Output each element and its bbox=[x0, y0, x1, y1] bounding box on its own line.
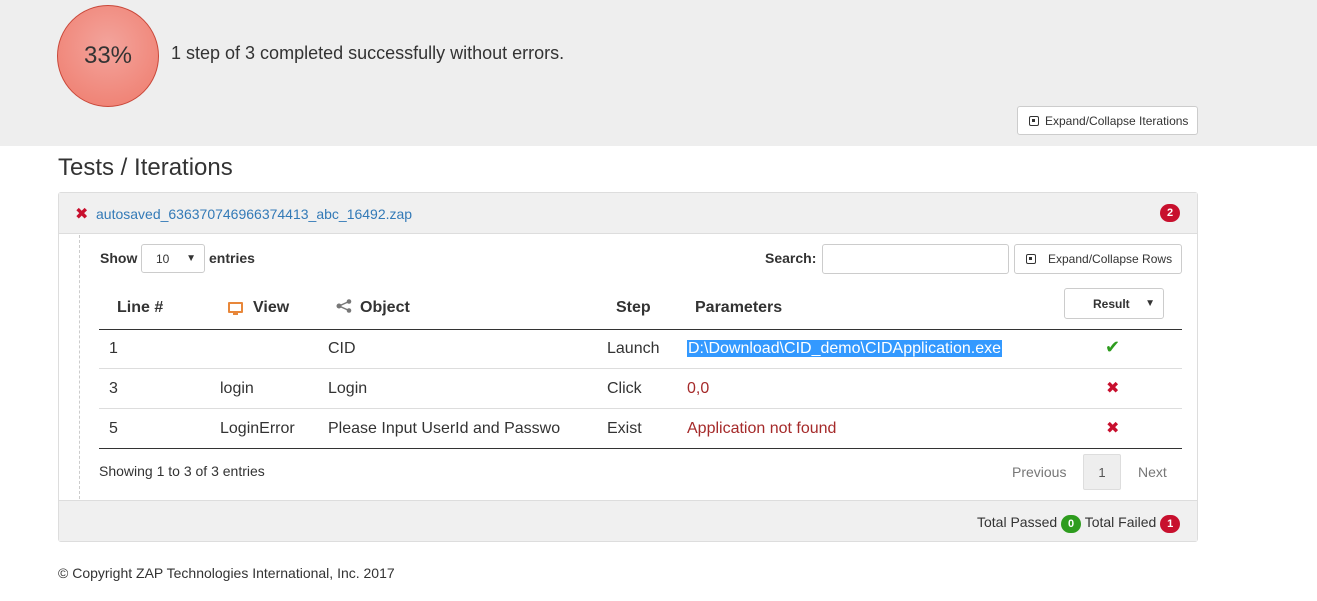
row-divider bbox=[99, 408, 1182, 409]
cell-line: 3 bbox=[109, 380, 118, 397]
iteration-panel-footer: Total Passed 0 Total Failed 1 bbox=[59, 500, 1197, 541]
summary-text: 1 step of 3 completed successfully witho… bbox=[171, 43, 565, 63]
totals: Total Passed 0 Total Failed 1 bbox=[977, 514, 1181, 533]
iteration-panel-header[interactable]: ✖ autosaved_636370746966374413_abc_16492… bbox=[59, 193, 1197, 234]
result-cell: ✖ bbox=[1106, 378, 1119, 398]
cell-parameters: 0,0 bbox=[687, 380, 710, 397]
header-object[interactable]: Object bbox=[336, 299, 410, 317]
cell-object: Please Input UserId and Passwo bbox=[328, 420, 561, 437]
cell-line: 5 bbox=[109, 420, 118, 437]
expand-iterations-label: Expand/Collapse Iterations bbox=[1045, 113, 1189, 128]
search-input[interactable] bbox=[822, 244, 1009, 274]
cell-step: Exist bbox=[607, 420, 642, 437]
progress-percent: 33% bbox=[83, 42, 133, 69]
x-icon: ✖ bbox=[1106, 380, 1120, 397]
result-filter-select[interactable]: Result ▼ bbox=[1064, 288, 1164, 319]
expand-collapse-rows-button[interactable]: Expand/Collapse Rows bbox=[1014, 244, 1182, 274]
search-label: Search: bbox=[765, 250, 817, 266]
cell-parameters[interactable]: D:\Download\CID_demo\CIDApplication.exe bbox=[687, 340, 1003, 358]
header-object-label: Object bbox=[360, 299, 410, 316]
table-bottom-divider bbox=[99, 448, 1182, 449]
chevron-down-icon: ▼ bbox=[1145, 298, 1155, 309]
check-icon: ✔ bbox=[1105, 337, 1121, 357]
cell-step: Click bbox=[607, 380, 642, 397]
next-page-button[interactable]: Next bbox=[1138, 464, 1167, 480]
result-filter-label: Result bbox=[1093, 297, 1130, 311]
cell-object: CID bbox=[328, 340, 356, 357]
table-header-divider bbox=[99, 329, 1182, 330]
expand-collapse-iterations-button[interactable]: Expand/Collapse Iterations bbox=[1017, 106, 1198, 135]
selected-parameter-text: D:\Download\CID_demo\CIDApplication.exe bbox=[687, 340, 1003, 357]
header-step[interactable]: Step bbox=[616, 299, 651, 317]
header-view-label: View bbox=[253, 299, 290, 316]
header-parameters[interactable]: Parameters bbox=[695, 299, 782, 317]
page-1-button[interactable]: 1 bbox=[1083, 454, 1121, 490]
total-passed-label: Total Passed bbox=[977, 514, 1058, 530]
previous-page-button[interactable]: Previous bbox=[1012, 464, 1066, 480]
progress-circle: 33% bbox=[57, 5, 159, 107]
iteration-count-badge: 2 bbox=[1160, 204, 1180, 222]
collapse-square-icon bbox=[1029, 115, 1039, 126]
total-failed-label: Total Failed bbox=[1084, 514, 1157, 530]
row-divider bbox=[99, 368, 1182, 369]
iteration-file-link[interactable]: autosaved_636370746966374413_abc_16492.z… bbox=[96, 206, 412, 222]
copyright: © Copyright ZAP Technologies Internation… bbox=[58, 565, 395, 581]
header-view[interactable]: View bbox=[228, 299, 289, 317]
cell-step: Launch bbox=[607, 340, 660, 357]
result-cell: ✖ bbox=[1106, 418, 1119, 438]
show-label: Show bbox=[100, 250, 138, 266]
cell-object: Login bbox=[328, 380, 368, 397]
chevron-down-icon: ▼ bbox=[186, 253, 196, 264]
entries-select-value: 10 bbox=[156, 252, 170, 266]
x-icon: ✖ bbox=[1106, 420, 1120, 437]
share-icon bbox=[336, 299, 352, 313]
total-passed-badge: 0 bbox=[1061, 515, 1082, 533]
cell-view: login bbox=[220, 380, 254, 397]
cell-line: 1 bbox=[109, 340, 118, 357]
total-failed-badge: 1 bbox=[1160, 515, 1181, 533]
table-info: Showing 1 to 3 of 3 entries bbox=[99, 463, 265, 479]
header-line[interactable]: Line # bbox=[117, 299, 163, 317]
page-title: Tests / Iterations bbox=[58, 154, 233, 181]
entries-label: entries bbox=[209, 250, 255, 266]
cell-parameters: Application not found bbox=[687, 420, 837, 437]
expand-rows-label: Expand/Collapse Rows bbox=[1048, 252, 1173, 266]
cell-view: LoginError bbox=[220, 420, 295, 437]
monitor-icon bbox=[228, 302, 243, 315]
result-cell: ✔ bbox=[1105, 337, 1120, 358]
collapse-square-icon bbox=[1026, 254, 1036, 264]
entries-select[interactable]: 10 ▼ bbox=[141, 244, 205, 273]
x-icon: ✖ bbox=[75, 206, 89, 223]
iteration-content bbox=[79, 235, 1179, 499]
